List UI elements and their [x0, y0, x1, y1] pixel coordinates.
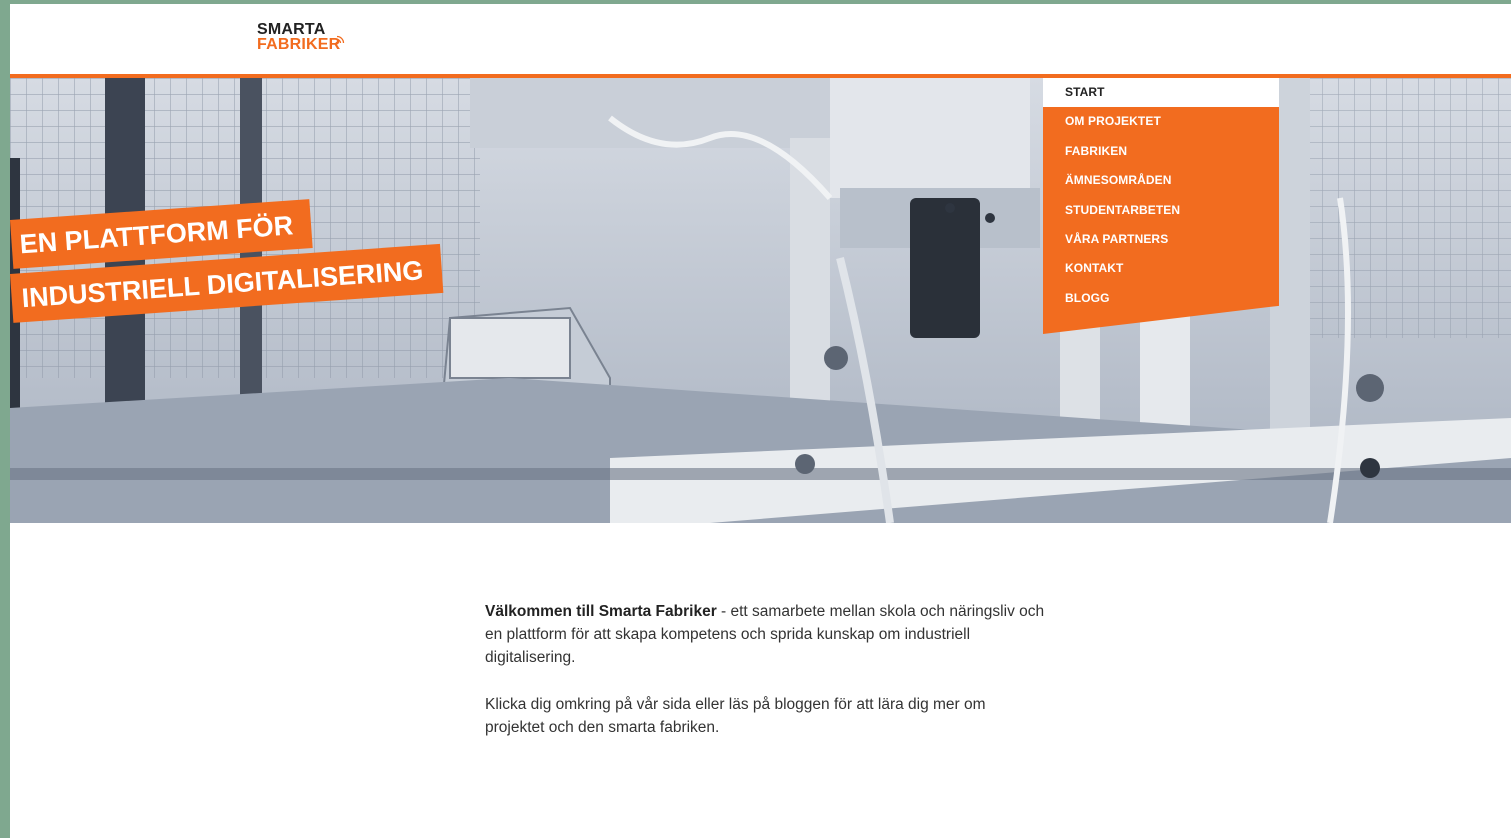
nav-item-kontakt[interactable]: KONTAKT — [1043, 254, 1279, 283]
nav-item-vara-partners[interactable]: VÅRA PARTNERS — [1043, 225, 1279, 254]
nav-item-studentarbeten[interactable]: STUDENTARBETEN — [1043, 196, 1279, 225]
logo-text-line2: FABRIKER — [257, 35, 345, 53]
hero-banner: EN PLATTFORM FÖR INDUSTRIELL DIGITALISER… — [10, 78, 1511, 523]
intro-bold-text: Välkommen till Smarta Fabriker — [485, 603, 717, 620]
nav-item-fabriken[interactable]: FABRIKEN — [1043, 137, 1279, 166]
main-navigation: START OM PROJEKTET FABRIKEN ÄMNESOMRÅDEN… — [1043, 78, 1279, 334]
nav-item-om-projektet[interactable]: OM PROJEKTET — [1043, 107, 1279, 136]
logo-text-fabriker: FABRIKER — [257, 36, 341, 53]
intro-paragraph: Välkommen till Smarta Fabriker - ett sam… — [485, 600, 1045, 669]
wifi-signal-icon — [335, 35, 345, 45]
site-logo[interactable]: SMARTA FABRIKER — [257, 21, 345, 53]
page: SMARTA FABRIKER EN PLATTFORM FÖR INDUSTR… — [10, 4, 1511, 838]
intro-content: Välkommen till Smarta Fabriker - ett sam… — [485, 600, 1045, 763]
nav-item-blogg[interactable]: BLOGG — [1043, 284, 1279, 313]
intro-paragraph-2: Klicka dig omkring på vår sida eller läs… — [485, 696, 986, 736]
nav-item-start[interactable]: START — [1043, 78, 1279, 108]
site-header: SMARTA FABRIKER — [10, 4, 1511, 74]
logo-text-line1: SMARTA — [257, 21, 326, 38]
nav-item-amnesomraden[interactable]: ÄMNESOMRÅDEN — [1043, 166, 1279, 195]
